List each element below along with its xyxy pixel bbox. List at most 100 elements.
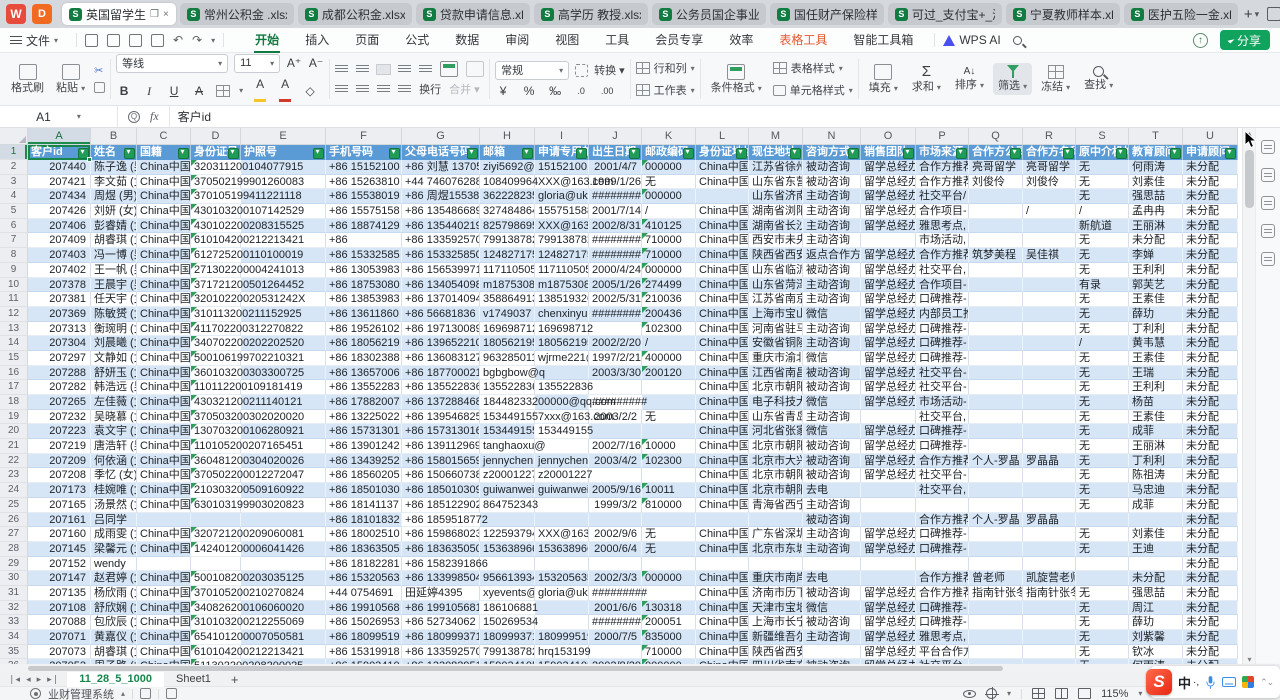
cell[interactable]: 未分配 xyxy=(1183,645,1238,660)
cell[interactable]: 李文茹 (女 xyxy=(91,175,137,190)
cell[interactable]: 180562195 xyxy=(480,336,535,351)
filter-dropdown-button[interactable] xyxy=(1225,148,1236,159)
cell[interactable]: 2002/3/3 xyxy=(589,571,642,586)
cell[interactable]: 未分配 xyxy=(1183,424,1238,439)
cell[interactable] xyxy=(589,468,642,483)
cell[interactable] xyxy=(1023,263,1076,278)
vertical-scrollbar-thumb[interactable] xyxy=(1245,150,1254,208)
cell[interactable]: 362228235@ xyxy=(480,189,535,204)
cell[interactable]: 无 xyxy=(1076,615,1129,630)
cell[interactable]: 511302200208200025 xyxy=(191,659,241,665)
cell[interactable]: 未分配 xyxy=(1183,542,1238,557)
cell[interactable]: +86 18874129 xyxy=(326,219,402,234)
cell[interactable]: 411702200312270822 xyxy=(191,322,241,337)
cell[interactable]: +86 1335925706 xyxy=(402,233,480,248)
find-button[interactable]: 查找 ▾ xyxy=(1079,64,1118,94)
cell[interactable]: 口碑推荐- xyxy=(916,351,969,366)
align-center-icon[interactable] xyxy=(356,85,369,94)
increase-decimal-icon[interactable]: .0 xyxy=(573,84,589,98)
cell[interactable]: 包欣辰 (女 xyxy=(91,615,137,630)
cell[interactable]: 864752343 xyxy=(480,498,535,513)
cell[interactable]: 汤景然 (女 xyxy=(91,498,137,513)
cell[interactable]: 留学总经办 xyxy=(861,189,916,204)
collapse-icon[interactable]: ▴ xyxy=(121,689,125,698)
align-middle-icon[interactable] xyxy=(356,65,369,74)
cell[interactable]: v1749037 xyxy=(480,307,535,322)
indent-decrease-icon[interactable] xyxy=(398,65,411,74)
cell[interactable]: 810000 xyxy=(642,498,696,513)
cell[interactable]: 被动咨询 xyxy=(803,454,861,469)
fx-icon[interactable]: fx xyxy=(150,109,159,124)
filter-dropdown-button[interactable] xyxy=(228,148,239,159)
cell[interactable]: 刘俊伶 xyxy=(969,175,1023,190)
cell[interactable] xyxy=(969,498,1023,513)
cell[interactable]: 000000 xyxy=(642,263,696,278)
cell[interactable]: 207147 xyxy=(28,571,91,586)
row-number[interactable]: 18 xyxy=(0,395,28,410)
column-header-R[interactable]: R xyxy=(1023,128,1076,145)
cell[interactable]: 马忠迪 xyxy=(1129,483,1183,498)
cell[interactable]: 李婵 xyxy=(1129,248,1183,263)
locate-cell-icon[interactable] xyxy=(986,688,997,699)
thousand-separator-icon[interactable]: ‰ xyxy=(547,84,563,98)
header-cell[interactable]: 咨询方式 xyxy=(803,145,861,160)
cell[interactable]: z20001227 xyxy=(480,468,535,483)
cell[interactable]: 835000 xyxy=(642,630,696,645)
cell[interactable]: 000000 xyxy=(642,571,696,586)
cell[interactable]: 207282 xyxy=(28,380,91,395)
sogou-toolbox-icon[interactable] xyxy=(1242,676,1254,688)
cell[interactable]: +86 18560205 xyxy=(326,468,402,483)
cell[interactable]: 169698712 xyxy=(480,322,535,337)
row-number[interactable]: 25 xyxy=(0,498,28,513)
cell[interactable]: +86 15731301 xyxy=(326,424,402,439)
cell[interactable]: 胡睿琪 (女 xyxy=(91,645,137,660)
cell[interactable]: China中国 xyxy=(696,336,749,351)
cell[interactable]: 湖南省浏阳 xyxy=(749,204,803,219)
header-cell[interactable]: 身份证号 xyxy=(191,145,241,160)
column-header-J[interactable]: J xyxy=(589,128,642,145)
cell[interactable]: 王利利 xyxy=(1129,380,1183,395)
cell[interactable]: / xyxy=(1076,204,1129,219)
cell[interactable] xyxy=(589,557,642,572)
filter-dropdown-button[interactable] xyxy=(683,148,694,159)
cell[interactable]: 内部员工推 xyxy=(916,307,969,322)
cell[interactable]: 155751588 xyxy=(535,204,589,219)
cell[interactable]: 微信 xyxy=(803,424,861,439)
cell[interactable]: 180999519 xyxy=(535,630,589,645)
cell[interactable]: +86 1850103098 xyxy=(402,483,480,498)
cell[interactable]: 未分配 xyxy=(1183,160,1238,175)
document-tab[interactable]: S医护五险一金.xlsx xyxy=(1124,3,1238,25)
name-box[interactable]: A1 ▾ xyxy=(0,106,118,127)
row-number[interactable]: 23 xyxy=(0,468,28,483)
cell[interactable] xyxy=(1023,527,1076,542)
recent-doc-icon[interactable]: D xyxy=(32,4,52,24)
cell[interactable]: 被动咨询 xyxy=(803,263,861,278)
cell[interactable]: 360481200304020026 xyxy=(191,454,241,469)
cell[interactable]: 留学总经办 xyxy=(861,380,916,395)
cell[interactable]: 口碑推荐- xyxy=(916,527,969,542)
cell[interactable]: 180562195 xyxy=(535,336,589,351)
column-header-G[interactable]: G xyxy=(402,128,480,145)
cell[interactable]: China中国 xyxy=(137,336,191,351)
cell[interactable]: 丁利利 xyxy=(1129,454,1183,469)
cell[interactable]: +86 1396522100 xyxy=(402,336,480,351)
wps-logo-icon[interactable]: W xyxy=(6,4,26,24)
cell[interactable]: 117110505 xyxy=(480,263,535,278)
cell[interactable]: 1999/3/2 xyxy=(589,498,642,513)
cell[interactable]: China中国 xyxy=(137,468,191,483)
cell[interactable]: +86 18501030 xyxy=(326,483,402,498)
cell[interactable]: 未分配 xyxy=(1183,395,1238,410)
column-header-C[interactable]: C xyxy=(137,128,191,145)
cell[interactable] xyxy=(969,542,1023,557)
convert-button[interactable]: 转换 ▾ xyxy=(594,62,625,78)
cell[interactable]: 留学总经办 xyxy=(861,307,916,322)
cell[interactable]: 2003/4/2 xyxy=(589,454,642,469)
cell[interactable]: 合作方推荐 xyxy=(916,454,969,469)
cell[interactable]: 杨苗 xyxy=(1129,395,1183,410)
cell[interactable]: 唐浩轩 (男 xyxy=(91,439,137,454)
cell[interactable]: China中国 xyxy=(137,307,191,322)
cell[interactable]: 留学总经办 xyxy=(861,351,916,366)
cell[interactable] xyxy=(969,645,1023,660)
italic-button[interactable]: I xyxy=(141,84,157,98)
cell[interactable]: 142401200006041426 xyxy=(191,542,241,557)
